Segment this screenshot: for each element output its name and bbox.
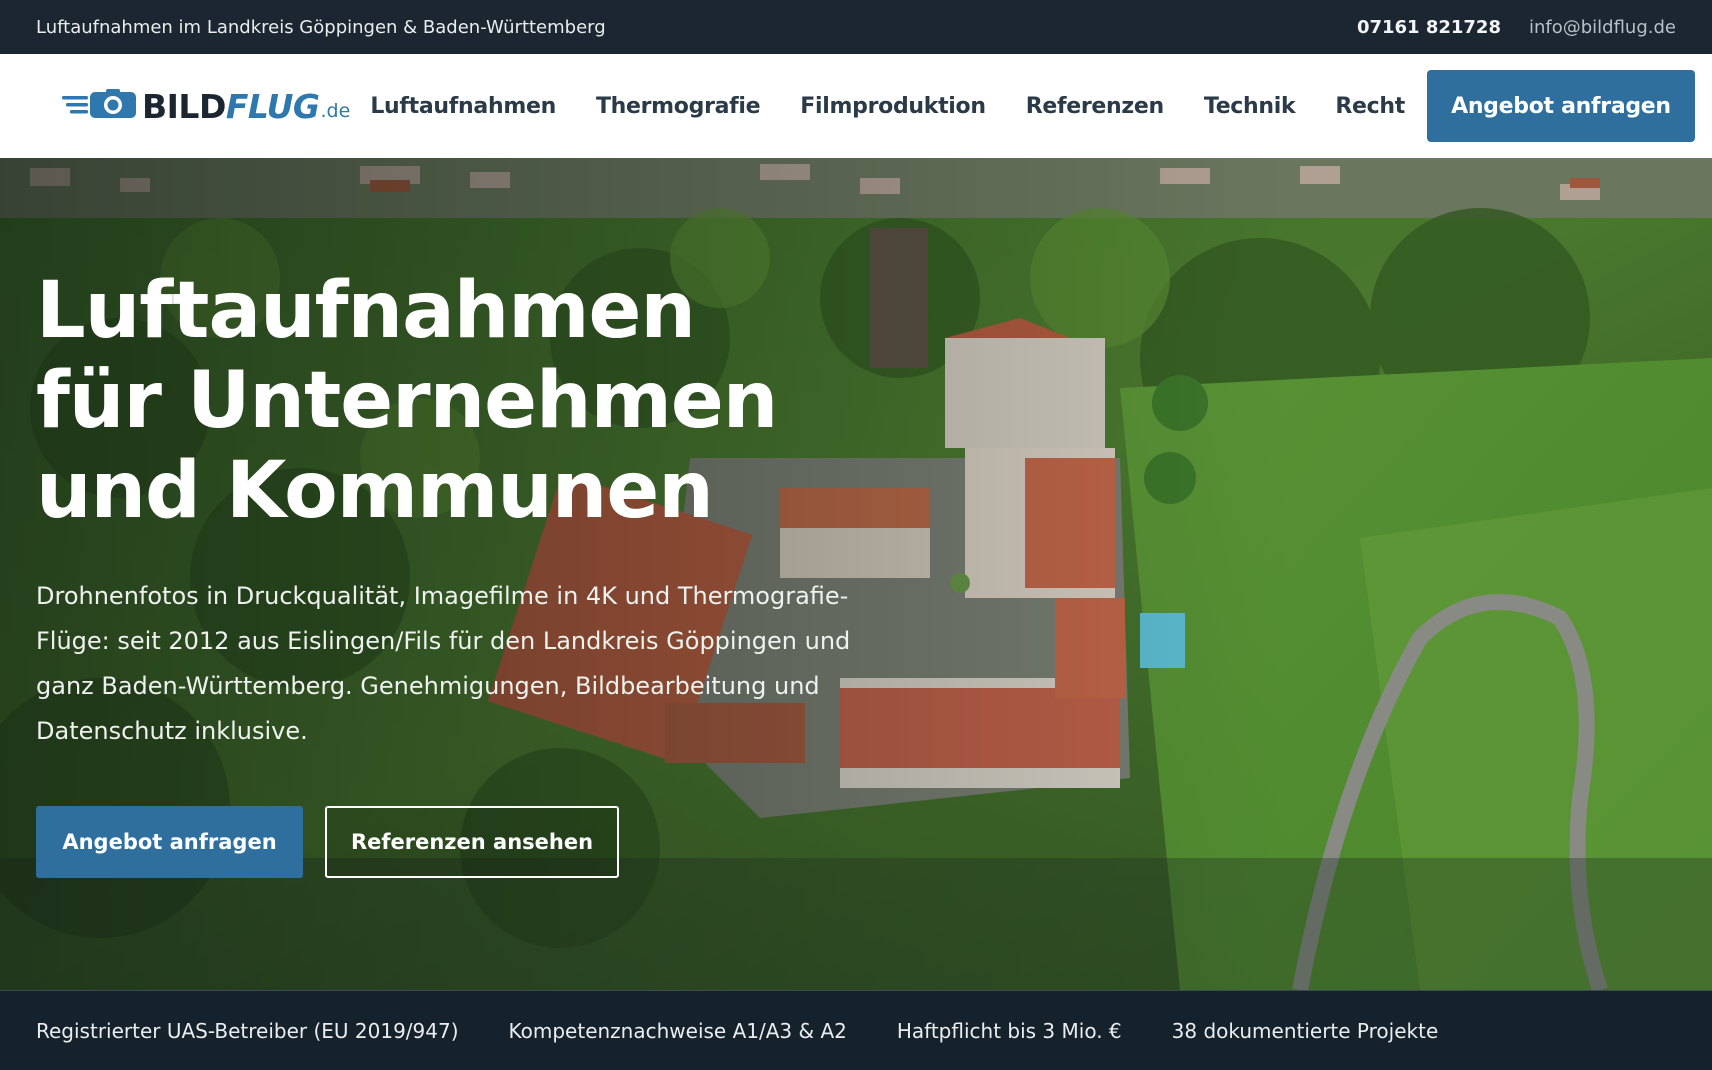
top-contact: 07161 821728 info@bildflug.de [1357, 17, 1676, 38]
hero-title: Luftaufnahmen für Unternehmen und Kommun… [36, 266, 916, 536]
trust-bar: Registrierter UAS-Betreiber (EU 2019/947… [0, 990, 1712, 1070]
logo-text-bild: BILD [142, 86, 226, 126]
nav-referenzen[interactable]: Referenzen [1006, 94, 1184, 119]
logo-text-flug: FLUG [225, 86, 320, 126]
trust-item: Kompetenznachweise A1/A3 & A2 [508, 1018, 847, 1043]
trust-item: Haftpflicht bis 3 Mio. € [896, 1018, 1122, 1043]
top-info-bar: Luftaufnahmen im Landkreis Göppingen & B… [0, 0, 1712, 54]
phone-link[interactable]: 07161 821728 [1357, 17, 1501, 38]
hero-section: Luftaufnahmen für Unternehmen und Kommun… [0, 158, 1712, 990]
trust-item: 38 dokumentierte Projekte [1171, 1018, 1439, 1043]
hero-title-line: und Kommunen [36, 446, 714, 536]
hero-title-line: Luftaufnahmen [36, 266, 696, 356]
site-header: BILD FLUG .de Luftaufnahmen Thermografie… [0, 54, 1712, 158]
hero-description: Drohnenfotos in Druckqualität, Imagefilm… [36, 582, 851, 745]
email-link[interactable]: info@bildflug.de [1529, 17, 1676, 38]
hero-buttons: Angebot anfragen Referenzen ansehen [36, 806, 619, 878]
header-quote-button[interactable]: Angebot anfragen [1426, 70, 1695, 142]
trust-item: Registrierter UAS-Betreiber (EU 2019/947… [36, 1018, 459, 1043]
nav-recht[interactable]: Recht [1315, 94, 1425, 119]
hero-content: Luftaufnahmen für Unternehmen und Kommun… [36, 266, 916, 754]
main-nav: Luftaufnahmen Thermografie Filmproduktio… [350, 70, 1695, 142]
drone-camera-icon [62, 89, 136, 118]
site-logo[interactable]: BILD FLUG .de [60, 81, 350, 131]
nav-thermografie[interactable]: Thermografie [576, 94, 780, 119]
nav-luftaufnahmen[interactable]: Luftaufnahmen [350, 94, 576, 119]
nav-technik[interactable]: Technik [1184, 94, 1315, 119]
logo-text-domain: .de [320, 100, 351, 122]
top-tagline: Luftaufnahmen im Landkreis Göppingen & B… [36, 16, 606, 38]
nav-filmproduktion[interactable]: Filmproduktion [780, 94, 1005, 119]
hero-title-line: für Unternehmen [36, 356, 778, 446]
hero-quote-button[interactable]: Angebot anfragen [36, 806, 303, 878]
hero-references-button[interactable]: Referenzen ansehen [325, 806, 619, 878]
